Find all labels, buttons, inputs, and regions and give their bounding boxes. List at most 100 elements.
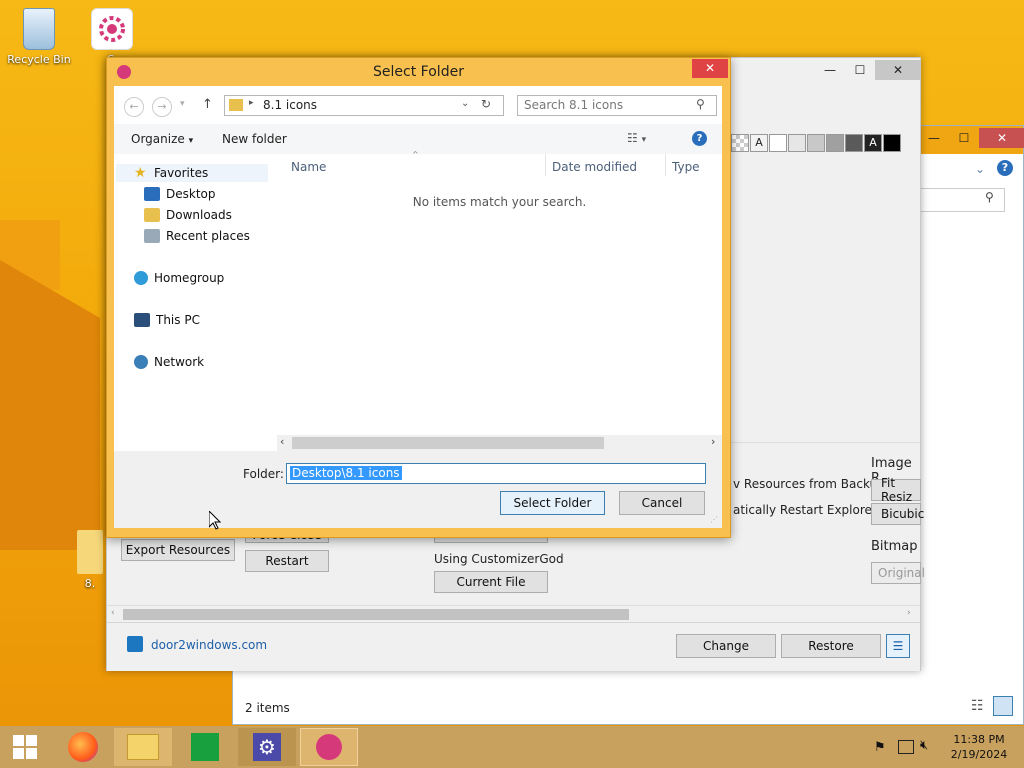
list-horizontal-scrollbar[interactable]: ‹ › bbox=[277, 435, 722, 451]
nav-label: Network bbox=[154, 355, 205, 369]
store-icon bbox=[191, 733, 219, 761]
taskbar-store[interactable] bbox=[176, 728, 234, 766]
nav-item-homegroup[interactable]: Homegroup bbox=[134, 271, 224, 285]
taskbar-file-explorer[interactable] bbox=[114, 728, 172, 766]
swatch-black[interactable] bbox=[883, 134, 901, 152]
bicubic-button[interactable]: Bicubic bbox=[871, 503, 924, 525]
select-folder-button[interactable]: Select Folder bbox=[500, 491, 605, 515]
resize-grip-icon[interactable]: ⋰ bbox=[710, 515, 718, 524]
scrollbar-thumb[interactable] bbox=[292, 437, 604, 449]
column-divider bbox=[665, 154, 666, 176]
start-button[interactable] bbox=[0, 728, 50, 766]
restore-button[interactable]: Restore bbox=[781, 634, 881, 658]
swatch-mid-gray[interactable] bbox=[826, 134, 844, 152]
chevron-down-icon[interactable]: ⌄ bbox=[975, 162, 985, 176]
auto-restart-option[interactable]: atically Restart Explorer bbox=[733, 503, 877, 517]
recent-locations-chevron-icon[interactable]: ▾ bbox=[180, 99, 185, 109]
cancel-button[interactable]: Cancel bbox=[619, 491, 705, 515]
swatch-gray[interactable] bbox=[807, 134, 825, 152]
folder-icon bbox=[77, 530, 103, 574]
address-bar[interactable]: ▸ 8.1 icons ⌄ ↻ bbox=[224, 95, 504, 116]
swatch-checker-a[interactable]: A bbox=[750, 134, 768, 152]
search-input[interactable]: Search 8.1 icons bbox=[517, 95, 717, 116]
clock[interactable]: 11:38 PM 2/19/2024 bbox=[948, 732, 1010, 762]
scroll-right-icon[interactable]: › bbox=[907, 608, 911, 618]
column-header-name[interactable]: Name bbox=[291, 160, 326, 174]
search-icon: ⚲ bbox=[985, 190, 994, 204]
nav-item-network[interactable]: Network bbox=[134, 355, 204, 369]
recycle-bin-icon bbox=[23, 8, 55, 50]
nav-item-downloads[interactable]: Downloads bbox=[144, 208, 232, 222]
change-button[interactable]: Change bbox=[676, 634, 776, 658]
nav-item-favorites[interactable]: ★ Favorites bbox=[134, 166, 208, 180]
customizer-icon bbox=[316, 734, 342, 760]
dialog-bottom-bar: Folder: Desktop\8.1 icons Select Folder … bbox=[114, 451, 722, 528]
nav-label: Favorites bbox=[154, 166, 209, 180]
column-header-date-modified[interactable]: Date modified bbox=[552, 160, 637, 174]
large-icons-view-icon[interactable] bbox=[993, 696, 1013, 716]
swatch-checker[interactable] bbox=[731, 134, 749, 152]
desktop-icon-label: Recycle Bin bbox=[7, 53, 71, 66]
customizer-icon bbox=[91, 8, 133, 50]
organize-button[interactable]: Organize ▾ bbox=[131, 132, 193, 146]
swatch-dark-gray[interactable] bbox=[845, 134, 863, 152]
color-swatches: A A bbox=[731, 134, 902, 152]
close-button[interactable]: ✕ bbox=[875, 60, 921, 80]
export-resources-button[interactable]: Export Resources bbox=[121, 539, 235, 561]
taskbar-settings-app[interactable]: ⚙ bbox=[238, 728, 296, 766]
fit-resize-button[interactable]: Fit Resiz bbox=[871, 476, 921, 504]
maximize-button[interactable]: ☐ bbox=[949, 128, 979, 148]
taskbar-firefox[interactable] bbox=[54, 728, 112, 766]
help-icon[interactable]: ? bbox=[997, 160, 1013, 176]
action-center-flag-icon[interactable]: ⚑ bbox=[874, 740, 886, 755]
scrollbar-thumb[interactable] bbox=[123, 609, 629, 620]
new-folder-button[interactable]: New folder bbox=[222, 132, 287, 146]
nav-item-this-pc[interactable]: This PC bbox=[134, 313, 200, 327]
refresh-icon[interactable]: ↻ bbox=[481, 97, 491, 111]
recent-places-icon bbox=[144, 229, 160, 243]
column-header-type[interactable]: Type bbox=[672, 160, 700, 174]
swatch-white[interactable] bbox=[769, 134, 787, 152]
scroll-right-icon[interactable]: › bbox=[711, 435, 715, 448]
nav-item-recent-places[interactable]: Recent places bbox=[144, 229, 250, 243]
desktop-shape bbox=[0, 260, 100, 550]
gear-icon: ⚙ bbox=[253, 733, 281, 761]
clock-time: 11:38 PM bbox=[953, 733, 1005, 746]
original-button[interactable]: Original bbox=[871, 562, 925, 584]
minimize-button[interactable]: — bbox=[919, 128, 949, 148]
window-caption-buttons: — ☐ ✕ bbox=[815, 60, 921, 80]
horizontal-scrollbar[interactable]: ‹ › bbox=[107, 605, 920, 623]
desktop-icon-folder[interactable]: 8. bbox=[70, 530, 110, 590]
navigation-pane: ★ Favorites Desktop Downloads Recent plac… bbox=[114, 154, 271, 451]
desktop-icon-recycle-bin[interactable]: Recycle Bin bbox=[4, 8, 74, 66]
website-link[interactable]: door2windows.com bbox=[151, 638, 267, 652]
firefox-icon bbox=[68, 732, 98, 762]
help-icon[interactable]: ? bbox=[692, 131, 707, 146]
nav-item-desktop[interactable]: Desktop bbox=[144, 187, 216, 201]
mouse-cursor-icon bbox=[209, 511, 221, 530]
close-button[interactable]: ✕ bbox=[979, 128, 1024, 148]
restore-backup-option[interactable]: v Resources from Backup bbox=[733, 477, 885, 491]
current-file-button[interactable]: Current File bbox=[434, 571, 548, 593]
swatch-light-gray[interactable] bbox=[788, 134, 806, 152]
desktop-icon bbox=[144, 187, 160, 201]
minimize-button[interactable]: — bbox=[815, 60, 845, 80]
speaker-muted-icon[interactable]: 🔇︎ bbox=[920, 738, 928, 753]
forward-arrow-icon[interactable]: → bbox=[152, 97, 172, 117]
swatch-black-a[interactable]: A bbox=[864, 134, 882, 152]
back-arrow-icon[interactable]: ← bbox=[124, 97, 144, 117]
scroll-left-icon[interactable]: ‹ bbox=[111, 608, 115, 618]
maximize-button[interactable]: ☐ bbox=[845, 60, 875, 80]
address-dropdown-icon[interactable]: ⌄ bbox=[461, 98, 469, 109]
folder-input[interactable]: Desktop\8.1 icons bbox=[286, 463, 706, 484]
menu-icon[interactable]: ☰ bbox=[886, 634, 910, 658]
view-options-icon[interactable]: ☷ ▾ bbox=[627, 131, 646, 145]
scroll-left-icon[interactable]: ‹ bbox=[280, 435, 284, 448]
taskbar-customizer-god[interactable] bbox=[300, 728, 358, 766]
file-explorer-icon bbox=[127, 734, 159, 760]
network-icon[interactable] bbox=[898, 740, 914, 754]
up-arrow-icon[interactable]: ↑ bbox=[202, 97, 213, 112]
restart-button[interactable]: Restart bbox=[245, 550, 329, 572]
close-button[interactable]: ✕ bbox=[692, 59, 728, 78]
details-view-icon[interactable]: ☷ bbox=[971, 698, 984, 714]
